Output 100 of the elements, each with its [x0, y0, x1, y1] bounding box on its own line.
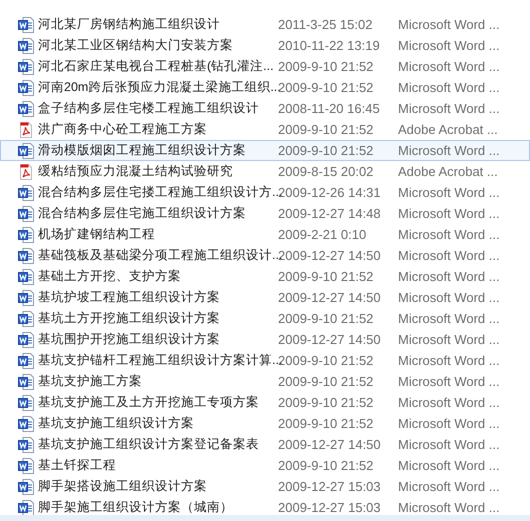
file-name: 基土钎探工程 — [38, 457, 117, 474]
file-row[interactable]: 机场扩建钢结构工程 2009-2-21 0:10 Microsoft Word ... — [0, 224, 530, 245]
file-type: Microsoft Word ... — [398, 436, 501, 454]
file-row[interactable]: 基坑支护施工方案 2009-9-10 21:52 Microsoft Word ... — [0, 371, 530, 392]
file-row[interactable]: 河北石家庄某电视台工程桩基(钻孔灌注... 2009-9-10 21:52 Microsoft Word ... — [0, 56, 530, 77]
file-date: 2009-12-26 14:31 — [278, 184, 382, 202]
file-name: 基坑围护开挖施工组织设计方案 — [38, 331, 221, 348]
file-name: 滑动模版烟囱工程施工组织设计方案 — [38, 142, 247, 160]
file-row[interactable]: 基坑土方开挖施工组织设计方案 2009-9-10 21:52 Microsoft Word ... — [0, 308, 530, 329]
file-type: Microsoft Word ... — [398, 288, 501, 307]
file-name: 缓粘结预应力混凝土结构试验研究 — [38, 163, 234, 180]
file-row[interactable]: 基坑支护锚杆工程施工组织设计方案计算...2009-9-10 21:52 Microsoft Word ... — [0, 350, 530, 371]
file-row[interactable]: 混合结构多层住宅施工组织设计方案 2009-12-27 14:48 Microsoft Word ... — [0, 203, 530, 224]
file-type: Microsoft Word ... — [398, 100, 501, 118]
file-date: 2009-8-15 20:02 — [278, 162, 374, 181]
file-row[interactable]: 基坑支护施工组织设计方案登记备案表 2009-12-27 14:50 Microsoft Word ... — [0, 434, 530, 455]
file-date: 2009-9-10 21:52 — [278, 456, 374, 475]
file-name: 基坑支护施工组织设计方案 — [38, 415, 195, 432]
file-row[interactable]: 脚手架施工组织设计方案（城南） 2009-12-27 15:03 Microsoft Word ... — [0, 497, 530, 518]
file-date: 2009-9-10 21:52 — [278, 352, 374, 370]
file-type: Microsoft Word ... — [398, 226, 501, 244]
file-type: Microsoft Word ... — [398, 330, 501, 349]
word-document-icon — [18, 142, 34, 158]
file-row[interactable]: 基坑支护施工及土方开挖施工专项方案 2009-9-10 21:52 Microsoft Word ... — [0, 392, 530, 413]
file-type: Microsoft Word ... — [398, 16, 501, 34]
file-name: 基坑支护施工组织设计方案登记备案表 — [38, 436, 260, 454]
file-date: 2009-12-27 14:50 — [278, 330, 382, 349]
file-row[interactable]: 基础筏板及基础梁分项工程施工组织设计...2009-12-27 14:50 Microsoft Word ... — [0, 245, 530, 266]
file-date: 2010-11-22 13:19 — [278, 36, 381, 55]
word-document-icon — [18, 100, 34, 116]
file-type: Microsoft Word ... — [398, 36, 501, 55]
file-date: 2009-9-10 21:52 — [278, 58, 374, 76]
file-date: 2009-12-27 15:03 — [278, 498, 382, 517]
file-date: 2009-12-27 14:50 — [278, 436, 382, 454]
file-name: 基坑支护施工及土方开挖施工专项方案 — [38, 394, 260, 412]
file-type: Microsoft Word ... — [398, 142, 501, 160]
file-row[interactable]: 基坑围护开挖施工组织设计方案 2009-12-27 14:50 Microsoft Word ... — [0, 329, 530, 350]
file-date: 2011-3-25 15:02 — [278, 16, 374, 34]
file-type: Microsoft Word ... — [398, 498, 501, 517]
word-document-icon — [18, 458, 34, 474]
file-date: 2009-9-10 21:52 — [278, 268, 374, 286]
word-document-icon — [18, 248, 34, 264]
file-type: Microsoft Word ... — [398, 352, 501, 370]
file-name: 基坑土方开挖施工组织设计方案 — [38, 310, 221, 328]
file-row[interactable]: 脚手架搭设施工组织设计方案 2009-12-27 15:03 Microsoft Word ... — [0, 476, 530, 497]
file-name: 洪广商务中心砼工程施工方案 — [38, 121, 208, 138]
file-date: 2009-12-27 14:50 — [278, 246, 382, 265]
file-date: 2009-9-10 21:52 — [278, 310, 374, 328]
word-document-icon — [18, 500, 34, 516]
file-name: 基坑支护施工方案 — [38, 373, 143, 390]
word-document-icon — [18, 290, 34, 306]
word-document-icon — [18, 58, 34, 74]
file-type: Microsoft Word ... — [398, 394, 501, 412]
file-row[interactable]: 基坑护坡工程施工组织设计方案 2009-12-27 14:50 Microsoft Word ... — [0, 287, 530, 308]
file-date: 2009-2-21 0:10 — [278, 226, 368, 244]
file-date: 2009-9-10 21:52 — [278, 394, 374, 412]
file-date: 2009-9-10 21:52 — [278, 120, 374, 139]
word-document-icon — [18, 310, 34, 326]
file-type: Microsoft Word ... — [398, 372, 501, 391]
word-document-icon — [18, 416, 34, 432]
word-document-icon — [18, 80, 34, 96]
word-document-icon — [18, 184, 34, 200]
file-type: Adobe Acrobat ... — [398, 162, 499, 181]
file-row[interactable]: 基础土方开挖、支护方案 2009-9-10 21:52 Microsoft Word ... — [0, 266, 530, 287]
file-date: 2009-12-27 14:50 — [278, 288, 382, 307]
file-type: Microsoft Word ... — [398, 310, 501, 328]
file-row[interactable]: 河北某工业区钢结构大门安装方案 2010-11-22 13:19 Microsoft Word ... — [0, 35, 530, 56]
file-type: Microsoft Word ... — [398, 184, 501, 202]
word-document-icon — [18, 226, 34, 242]
file-date: 2009-12-27 15:03 — [278, 478, 382, 496]
file-row[interactable]: 洪广商务中心砼工程施工方案 2009-9-10 21:52 Adobe Acrobat ... — [0, 119, 530, 140]
word-document-icon — [18, 206, 34, 222]
file-row[interactable]: 基坑支护施工组织设计方案 2009-9-10 21:52 Microsoft Word ... — [0, 413, 530, 434]
file-date: 2009-9-10 21:52 — [278, 78, 374, 97]
file-date: 2008-11-20 16:45 — [278, 100, 381, 118]
word-document-icon — [18, 268, 34, 284]
file-date: 2009-9-10 21:52 — [278, 142, 374, 160]
file-name: 盒子结构多层住宅楼工程施工组织设计 — [38, 100, 260, 118]
word-document-icon — [18, 38, 34, 54]
file-type: Microsoft Word ... — [398, 268, 501, 286]
file-name: 脚手架施工组织设计方案（城南） — [38, 499, 234, 516]
file-type: Microsoft Word ... — [398, 204, 501, 223]
file-row[interactable]: 盒子结构多层住宅楼工程施工组织设计 2008-11-20 16:45 Microsoft Word ... — [0, 98, 530, 119]
pdf-document-icon — [18, 164, 34, 180]
file-row[interactable]: 滑动模版烟囱工程施工组织设计方案 2009-9-10 21:52 Microsoft Word ... — [0, 140, 530, 161]
word-document-icon — [18, 374, 34, 390]
file-name: 脚手架搭设施工组织设计方案 — [38, 478, 208, 496]
word-document-icon — [18, 352, 34, 368]
file-name: 基础土方开挖、支护方案 — [38, 268, 182, 286]
file-name: 河北石家庄某电视台工程桩基(钻孔灌注... — [38, 58, 275, 76]
file-date: 2009-9-10 21:52 — [278, 414, 374, 433]
file-type: Adobe Acrobat ... — [398, 120, 499, 139]
word-document-icon — [18, 394, 34, 410]
file-row[interactable]: 河北某厂房钢结构施工组织设计 2011-3-25 15:02 Microsoft Word ... — [0, 14, 530, 35]
file-row[interactable]: 基土钎探工程 2009-9-10 21:52 Microsoft Word ... — [0, 455, 530, 476]
file-row[interactable]: 混合结构多层住宅搂工程施工组织设计方...2009-12-26 14:31 Microsoft Word ... — [0, 182, 530, 203]
file-row[interactable]: 缓粘结预应力混凝土结构试验研究 2009-8-15 20:02 Adobe Acrobat ... — [0, 161, 530, 182]
file-type: Microsoft Word ... — [398, 456, 501, 475]
word-document-icon — [18, 332, 34, 348]
word-document-icon — [18, 436, 34, 452]
